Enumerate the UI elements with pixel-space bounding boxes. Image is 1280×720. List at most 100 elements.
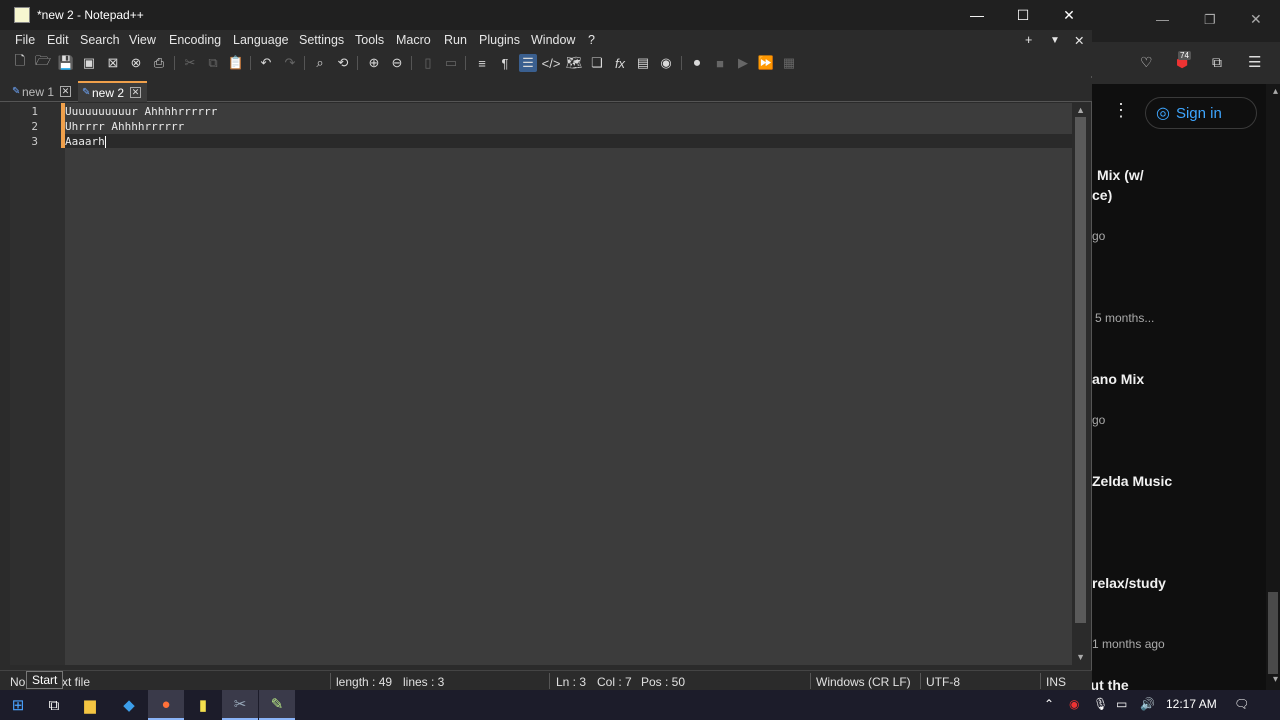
cut-icon[interactable]: ✂	[181, 54, 199, 72]
close-icon[interactable]: ✕	[1250, 11, 1262, 28]
menu-view[interactable]: View	[129, 33, 156, 47]
copy-icon[interactable]: ⧉	[204, 54, 222, 72]
scroll-thumb[interactable]	[1075, 117, 1086, 623]
snipping-tool-icon[interactable]: ✂	[222, 690, 258, 720]
function-list-icon[interactable]: fx	[611, 54, 629, 72]
close-button[interactable]: ✕	[1046, 0, 1092, 30]
more-options-icon[interactable]: ⋮	[1112, 100, 1130, 121]
tab-close-icon[interactable]: ✕	[60, 86, 72, 97]
windows-start-icon[interactable]: ⊞	[0, 690, 36, 720]
new-file-icon[interactable]: 🗋	[11, 53, 29, 72]
save-macro-icon[interactable]: ▦	[780, 54, 798, 72]
menu-file[interactable]: File	[15, 33, 35, 47]
find-icon[interactable]: ⌕	[311, 54, 329, 72]
status-eol[interactable]: Windows (CR LF)	[816, 675, 911, 689]
menu-language[interactable]: Language	[233, 33, 289, 47]
minimize-button[interactable]: —	[954, 0, 1000, 30]
sticky-notes-icon[interactable]: ▮	[185, 690, 221, 720]
toolbar-separator	[174, 56, 175, 70]
hamburger-menu-icon[interactable]: ☰	[1248, 53, 1261, 71]
menu-encoding[interactable]: Encoding	[169, 33, 221, 47]
vscode-icon[interactable]: ◆	[111, 690, 147, 720]
run-macro-multiple-icon[interactable]: ⏩	[757, 54, 775, 72]
folder-as-workspace-icon[interactable]: ▤	[634, 54, 652, 72]
pencil-icon: ✎	[12, 86, 21, 97]
menu-tools[interactable]: Tools	[355, 33, 384, 47]
sync-horizontal-icon[interactable]: ▭	[442, 54, 460, 72]
video-title[interactable]: Mix (w/	[1097, 167, 1144, 183]
tab-new-1[interactable]: ✎ new 1 ✕	[8, 81, 77, 102]
menu-window[interactable]: Window	[531, 33, 575, 47]
minimize-icon[interactable]: —	[1156, 12, 1169, 27]
sign-in-button[interactable]: ◎ Sign in	[1145, 97, 1257, 129]
volume-icon[interactable]: 🔊	[1140, 697, 1155, 711]
menu-edit[interactable]: Edit	[47, 33, 69, 47]
notepadpp-window: *new 2 - Notepad++ — ☐ ✕ File Edit Searc…	[0, 0, 1092, 690]
menu-run[interactable]: Run	[444, 33, 467, 47]
file-explorer-icon[interactable]: ▆	[72, 690, 108, 720]
paste-icon[interactable]: 📋	[227, 54, 245, 72]
notepadpp-taskbar-icon[interactable]: ✎	[259, 690, 295, 720]
firefox-icon[interactable]: ●	[148, 690, 184, 720]
record-macro-icon[interactable]: ⏺	[688, 54, 706, 72]
word-wrap-icon[interactable]: ≡	[473, 54, 491, 72]
scroll-up-icon[interactable]: ▲	[1076, 105, 1085, 115]
tab-new-2[interactable]: ✎ new 2 ✕	[78, 81, 148, 102]
video-title[interactable]: ce)	[1092, 187, 1112, 203]
task-view-icon[interactable]: ⧉	[36, 690, 72, 720]
document-list-icon[interactable]: ❏	[588, 54, 606, 72]
indent-guide-icon[interactable]: ☰	[519, 54, 537, 72]
close-all-icon[interactable]: ⊗	[127, 54, 145, 72]
save-icon[interactable]: 💾	[57, 54, 75, 72]
close-tab-icon[interactable]: ✕	[1074, 33, 1084, 48]
close-file-icon[interactable]: ⊠	[104, 54, 122, 72]
menu-settings[interactable]: Settings	[299, 33, 344, 47]
clock[interactable]: 12:17 AM	[1166, 697, 1217, 711]
status-encoding[interactable]: UTF-8	[926, 675, 960, 689]
zoom-in-icon[interactable]: ⊕	[365, 54, 383, 72]
tab-label: new 2	[92, 85, 125, 100]
menu-macro[interactable]: Macro	[396, 33, 431, 47]
current-line-highlight	[65, 134, 1072, 148]
notifications-icon[interactable]: 🗨	[1234, 697, 1249, 711]
browser-scroll-thumb[interactable]	[1268, 592, 1278, 674]
microphone-icon[interactable]: 🎙	[1093, 697, 1108, 711]
menu-search[interactable]: Search	[80, 33, 120, 47]
redo-icon[interactable]: ↷	[281, 54, 299, 72]
sync-vertical-icon[interactable]: ▯	[419, 54, 437, 72]
menu-help[interactable]: ?	[588, 33, 595, 47]
tab-close-icon[interactable]: ✕	[130, 87, 142, 98]
save-all-icon[interactable]: ▣	[80, 54, 98, 72]
network-icon[interactable]: ▭	[1116, 697, 1127, 711]
menu-plugins[interactable]: Plugins	[479, 33, 520, 47]
undo-icon[interactable]: ↶	[257, 54, 275, 72]
pocket-icon[interactable]: ♡	[1140, 54, 1153, 71]
add-tab-icon[interactable]: +	[1025, 33, 1032, 47]
video-title[interactable]: Zelda Music	[1092, 473, 1172, 489]
scroll-down-icon[interactable]: ▼	[1076, 652, 1085, 662]
stop-macro-icon[interactable]: ■	[711, 54, 729, 72]
monitoring-icon[interactable]: ◉	[657, 54, 675, 72]
play-macro-icon[interactable]: ▶	[734, 54, 752, 72]
maximize-button[interactable]: ☐	[1000, 0, 1046, 30]
show-all-characters-icon[interactable]: ¶	[496, 54, 514, 72]
text-editor[interactable]: 1 2 3 Uuuuuuuuuur Ahhhhrrrrrr Uhrrrr Ahh…	[10, 103, 1089, 665]
document-map-icon[interactable]: 🗺	[565, 54, 583, 72]
print-icon[interactable]: ⎙	[150, 54, 168, 72]
zoom-out-icon[interactable]: ⊖	[388, 54, 406, 72]
scroll-up-icon[interactable]: ▴	[1273, 86, 1278, 97]
restore-icon[interactable]: ❐	[1204, 12, 1216, 28]
vertical-scrollbar[interactable]: ▲ ▼	[1072, 103, 1089, 665]
show-hidden-icons-icon[interactable]: ⌃	[1044, 697, 1054, 711]
user-defined-language-icon[interactable]: </>	[542, 54, 561, 72]
status-insert-mode[interactable]: INS	[1046, 675, 1066, 689]
open-file-icon[interactable]: 🗁	[34, 53, 52, 72]
replace-icon[interactable]: ⟲	[334, 54, 352, 72]
scroll-down-icon[interactable]: ▾	[1273, 674, 1278, 685]
video-title[interactable]: ano Mix	[1092, 371, 1144, 387]
video-title[interactable]: relax/study	[1092, 575, 1166, 591]
extensions-icon[interactable]: ⧉	[1212, 54, 1222, 71]
status-separator	[330, 673, 331, 689]
tab-list-icon[interactable]: ▼	[1050, 35, 1060, 46]
antivirus-icon[interactable]: ◉	[1069, 697, 1079, 711]
